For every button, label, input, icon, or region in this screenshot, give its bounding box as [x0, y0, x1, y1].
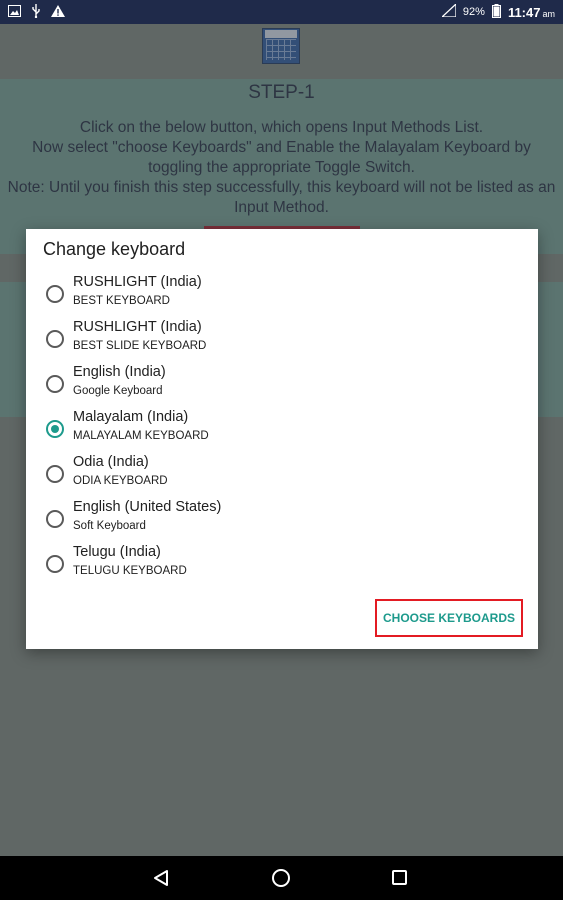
signal-icon	[440, 2, 457, 20]
home-icon[interactable]	[272, 869, 290, 887]
keyboard-option-subtitle: Soft Keyboard	[73, 520, 146, 532]
choose-keyboards-button[interactable]: CHOOSE KEYBOARDS	[375, 599, 523, 637]
radio-button[interactable]	[46, 465, 64, 483]
usb-icon	[31, 3, 41, 21]
radio-button[interactable]	[46, 510, 64, 528]
keyboard-option[interactable]: RUSHLIGHT (India) BEST SLIDE KEYBOARD	[26, 319, 538, 364]
keyboard-option-subtitle: BEST KEYBOARD	[73, 295, 170, 307]
keyboard-option[interactable]: Odia (India) ODIA KEYBOARD	[26, 454, 538, 499]
recents-icon[interactable]	[392, 870, 407, 885]
keyboard-option-name: RUSHLIGHT (India)	[73, 274, 202, 290]
keyboard-option-name: Telugu (India)	[73, 544, 161, 560]
clock: 11:47 am	[507, 4, 555, 20]
back-icon[interactable]	[152, 869, 170, 892]
keyboard-option[interactable]: RUSHLIGHT (India) BEST KEYBOARD	[26, 274, 538, 319]
navigation-bar	[0, 856, 563, 900]
keyboard-option-name: Malayalam (India)	[73, 409, 189, 425]
radio-button[interactable]	[46, 555, 64, 573]
status-bar: 92% 11:47 am	[0, 0, 563, 24]
dialog-title: Change keyboard	[43, 239, 186, 259]
keyboard-option-name: English (India)	[73, 364, 166, 380]
radio-button-selected[interactable]	[46, 420, 64, 438]
keyboard-option[interactable]: Telugu (India) TELUGU KEYBOARD	[26, 544, 538, 589]
radio-button[interactable]	[46, 285, 64, 303]
warning-icon	[51, 4, 65, 20]
battery-icon	[491, 3, 501, 21]
keyboard-option-subtitle: TELUGU KEYBOARD	[73, 565, 187, 577]
keyboard-option-subtitle: BEST SLIDE KEYBOARD	[73, 340, 207, 352]
keyboard-option-name: English (United States)	[73, 499, 222, 515]
keyboard-option[interactable]: English (India) Google Keyboard	[26, 364, 538, 409]
battery-percent: 92%	[462, 6, 485, 18]
radio-button[interactable]	[46, 330, 64, 348]
keyboard-option-name: Odia (India)	[73, 454, 149, 470]
keyboard-option-subtitle: MALAYALAM KEYBOARD	[73, 430, 209, 442]
keyboard-option[interactable]: English (United States) Soft Keyboard	[26, 499, 538, 544]
keyboard-option-subtitle: ODIA KEYBOARD	[73, 475, 168, 487]
image-icon	[8, 4, 21, 20]
radio-button[interactable]	[46, 375, 64, 393]
keyboard-option-subtitle: Google Keyboard	[73, 385, 163, 397]
keyboard-option[interactable]: Malayalam (India) MALAYALAM KEYBOARD	[26, 409, 538, 454]
change-keyboard-dialog: Change keyboard RUSHLIGHT (India) BEST K…	[26, 229, 538, 649]
keyboard-option-name: RUSHLIGHT (India)	[73, 319, 202, 335]
